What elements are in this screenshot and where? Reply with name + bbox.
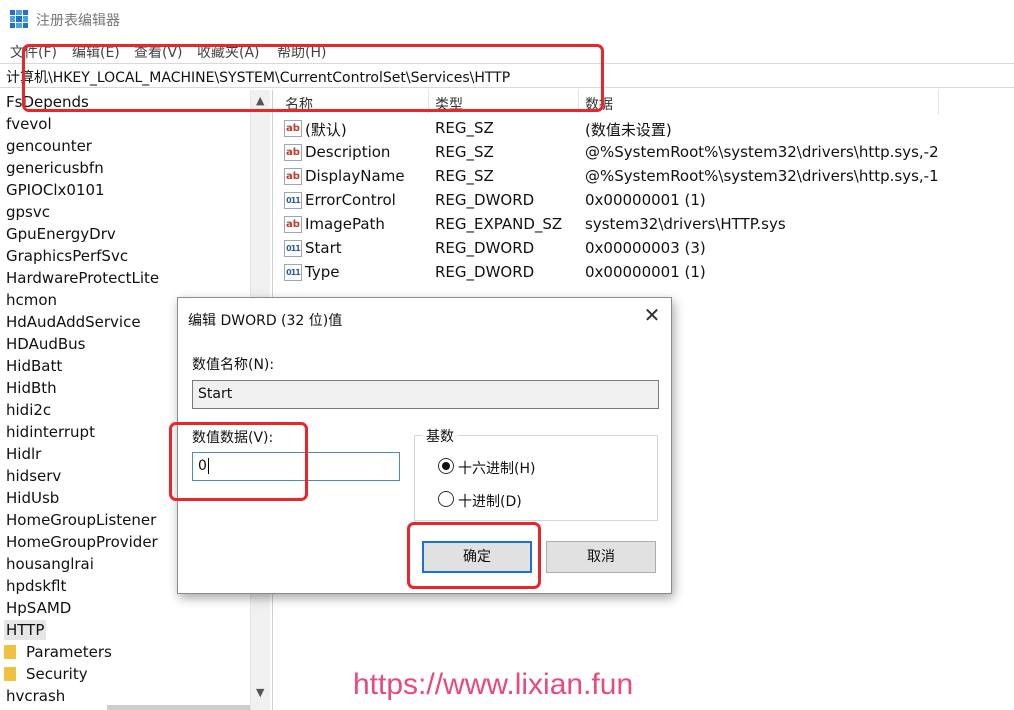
tree-item[interactable]: hidinterrupt bbox=[6, 422, 95, 442]
value-name: ImagePath bbox=[305, 215, 385, 233]
value-name: Description bbox=[305, 143, 391, 161]
value-name-field: Start bbox=[192, 380, 659, 409]
tree-item[interactable]: hcmon bbox=[6, 290, 57, 310]
value-name: ErrorControl bbox=[305, 191, 396, 209]
string-value-icon: ab bbox=[284, 120, 302, 137]
highlight-value-data bbox=[169, 422, 308, 501]
binary-value-icon: 011 bbox=[284, 240, 302, 257]
value-type: REG_DWORD bbox=[435, 263, 535, 281]
tree-item[interactable]: GraphicsPerfSvc bbox=[6, 246, 128, 266]
tree-item[interactable]: HidBth bbox=[6, 378, 57, 398]
value-name: Start bbox=[305, 239, 342, 257]
value-type: REG_EXPAND_SZ bbox=[435, 215, 563, 233]
value-name: DisplayName bbox=[305, 167, 405, 185]
scroll-down-icon[interactable]: ▼ bbox=[256, 686, 264, 699]
close-icon[interactable]: ✕ bbox=[640, 304, 664, 328]
value-name-text: Start bbox=[198, 386, 233, 402]
value-data: 0x00000001 (1) bbox=[585, 263, 706, 281]
tree-item-child[interactable]: Parameters bbox=[26, 642, 112, 662]
value-type: REG_SZ bbox=[435, 119, 494, 137]
value-data: 0x00000003 (3) bbox=[585, 239, 706, 257]
tree-item[interactable]: HidBatt bbox=[6, 356, 62, 376]
tree-item[interactable]: hidi2c bbox=[6, 400, 51, 420]
highlight-ok-button bbox=[407, 522, 541, 589]
window-title: 注册表编辑器 bbox=[36, 13, 120, 29]
cancel-button[interactable]: 取消 bbox=[546, 541, 656, 573]
table-row[interactable]: ab Description REG_SZ @%SystemRoot%\syst… bbox=[278, 141, 1014, 165]
folder-icon bbox=[4, 645, 16, 659]
hex-radio-label[interactable]: 十六进制(H) bbox=[458, 458, 535, 478]
horizontal-scroll-thumb[interactable] bbox=[107, 705, 250, 710]
tree-item[interactable]: Hidlr bbox=[6, 444, 41, 464]
value-name-label: 数值名称(N): bbox=[192, 357, 275, 373]
decimal-radio[interactable] bbox=[438, 491, 454, 507]
hex-radio[interactable] bbox=[438, 458, 454, 474]
radio-selected-dot bbox=[442, 462, 450, 470]
base-groupbox bbox=[414, 435, 658, 521]
tree-item[interactable]: genericusbfn bbox=[6, 158, 104, 178]
highlight-address-path bbox=[22, 44, 604, 112]
dialog-title: 编辑 DWORD (32 位)值 bbox=[188, 313, 343, 329]
table-row[interactable]: 011 Type REG_DWORD 0x00000001 (1) bbox=[278, 261, 1014, 285]
binary-value-icon: 011 bbox=[284, 192, 302, 209]
table-row[interactable]: 011 Start REG_DWORD 0x00000003 (3) bbox=[278, 237, 1014, 261]
watermark-url: https://www.lixian.fun bbox=[353, 668, 634, 701]
tree-item[interactable]: housanglrai bbox=[6, 554, 94, 574]
decimal-radio-label[interactable]: 十进制(D) bbox=[458, 491, 522, 511]
table-row[interactable]: ab ImagePath REG_EXPAND_SZ system32\driv… bbox=[278, 213, 1014, 237]
table-row[interactable]: 011 ErrorControl REG_DWORD 0x00000001 (1… bbox=[278, 189, 1014, 213]
tree-item[interactable]: HdAudAddService bbox=[6, 312, 141, 332]
table-row[interactable]: ab (默认) REG_SZ (数值未设置) bbox=[278, 117, 1014, 141]
registry-icon bbox=[10, 10, 28, 28]
string-value-icon: ab bbox=[284, 168, 302, 185]
tree-item[interactable]: HidUsb bbox=[6, 488, 59, 508]
tree-item[interactable]: HomeGroupListener bbox=[6, 510, 156, 530]
tree-item[interactable]: HomeGroupProvider bbox=[6, 532, 158, 552]
tree-item-selected[interactable]: HTTP bbox=[4, 620, 47, 640]
value-data: @%SystemRoot%\system32\drivers\http.sys,… bbox=[585, 167, 939, 185]
string-value-icon: ab bbox=[284, 216, 302, 233]
tree-item[interactable]: gpsvc bbox=[6, 202, 50, 222]
tree-item[interactable]: fvevol bbox=[6, 114, 52, 134]
value-type: REG_SZ bbox=[435, 143, 494, 161]
title-bar: 注册表编辑器 bbox=[0, 0, 1014, 40]
column-divider[interactable] bbox=[938, 90, 939, 114]
tree-item[interactable]: hvcrash bbox=[6, 686, 65, 706]
tree-item[interactable]: HDAudBus bbox=[6, 334, 85, 354]
table-row[interactable]: ab DisplayName REG_SZ @%SystemRoot%\syst… bbox=[278, 165, 1014, 189]
value-type: REG_DWORD bbox=[435, 191, 535, 209]
tree-item[interactable]: gencounter bbox=[6, 136, 92, 156]
value-data: system32\drivers\HTTP.sys bbox=[585, 215, 786, 233]
value-data: (数值未设置) bbox=[585, 121, 672, 139]
tree-item-child[interactable]: Security bbox=[26, 664, 88, 684]
value-name: Type bbox=[305, 263, 340, 281]
binary-value-icon: 011 bbox=[284, 264, 302, 281]
tree-item[interactable]: GPIOClx0101 bbox=[6, 180, 105, 200]
value-type: REG_DWORD bbox=[435, 239, 535, 257]
tree-item[interactable]: GpuEnergyDrv bbox=[6, 224, 116, 244]
base-group-title: 基数 bbox=[422, 426, 458, 446]
tree-item[interactable]: HpSAMD bbox=[6, 598, 71, 618]
folder-icon bbox=[4, 667, 16, 681]
tree-item[interactable]: hpdskflt bbox=[6, 576, 66, 596]
value-type: REG_SZ bbox=[435, 167, 494, 185]
value-data: 0x00000001 (1) bbox=[585, 191, 706, 209]
value-name: (默认) bbox=[305, 121, 347, 139]
string-value-icon: ab bbox=[284, 144, 302, 161]
value-data: @%SystemRoot%\system32\drivers\http.sys,… bbox=[585, 143, 939, 161]
tree-item[interactable]: hidserv bbox=[6, 466, 61, 486]
tree-item[interactable]: HardwareProtectLite bbox=[6, 268, 159, 288]
